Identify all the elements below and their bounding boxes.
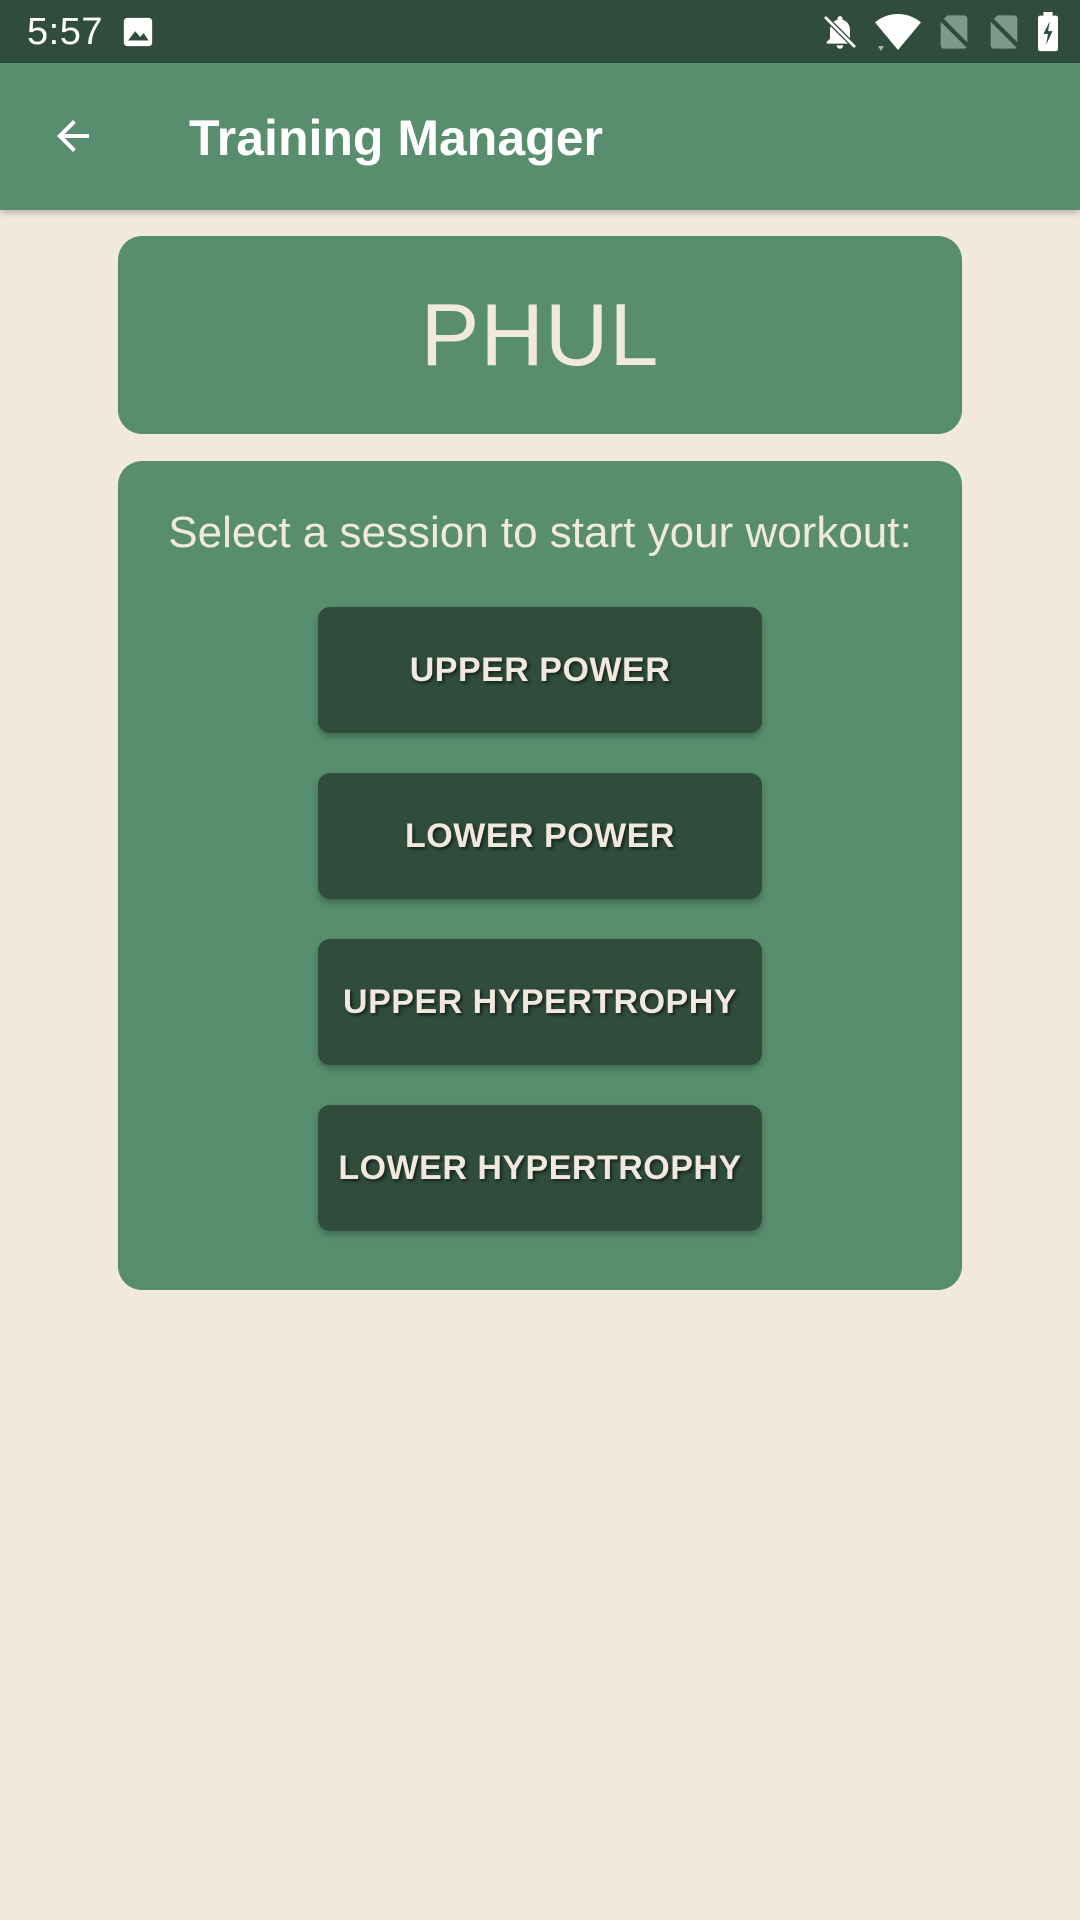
no-sim-icon	[936, 12, 972, 52]
battery-charging-icon	[1036, 12, 1060, 52]
notifications-off-icon	[820, 12, 860, 52]
session-prompt: Select a session to start your workout:	[168, 508, 912, 557]
upper-hypertrophy-button[interactable]: UPPER HYPERTROPHY	[318, 939, 762, 1065]
app-bar: Training Manager	[0, 63, 1080, 210]
lower-power-button[interactable]: LOWER POWER	[318, 773, 762, 899]
status-icons	[820, 10, 1060, 54]
back-button[interactable]	[34, 99, 112, 177]
upper-power-button[interactable]: UPPER POWER	[318, 607, 762, 733]
program-card: PHUL	[118, 236, 962, 434]
wifi-icon	[874, 12, 922, 52]
app-title: Training Manager	[189, 110, 603, 166]
arrow-back-icon	[49, 112, 97, 165]
session-card: Select a session to start your workout: …	[118, 461, 962, 1290]
status-time: 5:57	[27, 11, 103, 53]
no-sim-icon	[986, 12, 1022, 52]
program-name: PHUL	[420, 285, 660, 384]
gallery-icon	[121, 15, 155, 49]
status-bar: 5:57	[0, 0, 1080, 63]
lower-hypertrophy-button[interactable]: LOWER HYPERTROPHY	[318, 1105, 762, 1231]
